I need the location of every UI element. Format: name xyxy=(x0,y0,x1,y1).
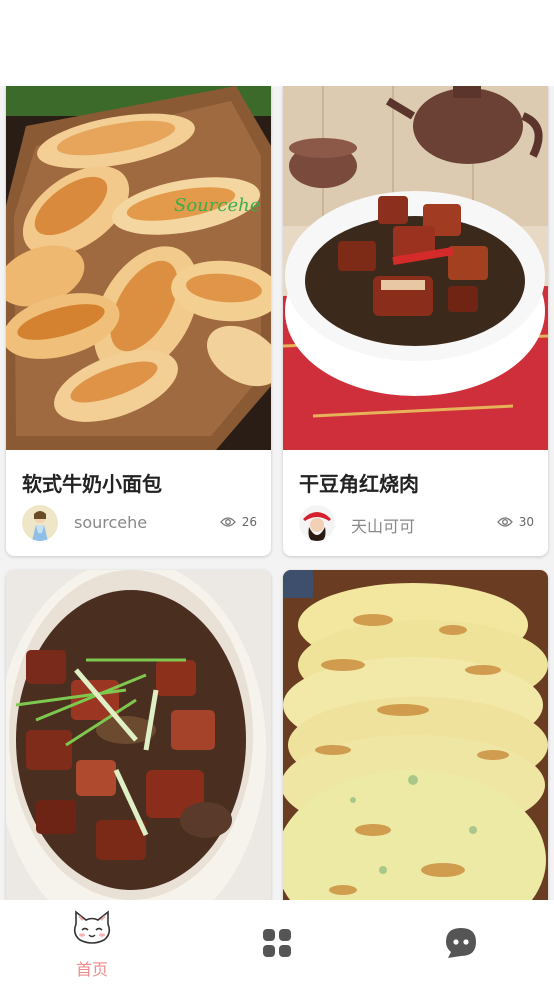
cat-icon xyxy=(70,910,114,950)
eye-icon xyxy=(219,517,236,527)
recipe-photo-scallion-pancakes xyxy=(283,570,548,900)
recipe-card[interactable] xyxy=(283,570,548,900)
recipe-photo-bread-rolls: Sourcehe xyxy=(6,86,271,450)
author-name[interactable]: 天山可可 xyxy=(351,513,415,537)
chat-icon xyxy=(444,926,478,964)
tab-categories[interactable] xyxy=(185,900,369,986)
tab-messages[interactable] xyxy=(369,900,553,986)
recipe-title: 干豆角红烧肉 xyxy=(299,472,419,496)
grid-icon xyxy=(262,928,292,962)
author-avatar[interactable] xyxy=(22,505,58,541)
recipe-feed[interactable]: Sourcehe 软式牛奶小面包 sourcehe 26 干豆角红烧肉 天山可可… xyxy=(0,86,554,900)
author-name[interactable]: sourcehe xyxy=(74,513,147,532)
author-avatar[interactable] xyxy=(299,505,335,541)
recipe-card[interactable]: Sourcehe 软式牛奶小面包 sourcehe 26 xyxy=(6,86,271,556)
photo-watermark: Sourcehe xyxy=(174,195,260,216)
recipe-title: 软式牛奶小面包 xyxy=(22,472,162,496)
tab-home-label: 首页 xyxy=(75,960,108,979)
recipe-card-info: 软式牛奶小面包 sourcehe 26 xyxy=(6,450,271,556)
recipe-card[interactable]: 干豆角红烧肉 天山可可 30 xyxy=(283,86,548,556)
recipe-photo-clay-pot-pork xyxy=(6,570,271,900)
view-count-value: 30 xyxy=(518,515,534,529)
top-bar xyxy=(0,0,554,86)
view-count: 30 xyxy=(496,515,534,529)
tab-home[interactable]: 首页 xyxy=(0,900,184,986)
eye-icon xyxy=(496,517,513,527)
view-count: 26 xyxy=(219,515,257,529)
view-count-value: 26 xyxy=(241,515,257,529)
recipe-photo-braised-pork xyxy=(283,86,548,450)
recipe-card-info: 干豆角红烧肉 天山可可 30 xyxy=(283,450,548,556)
recipe-card[interactable] xyxy=(6,570,271,900)
bottom-tab-bar: 首页 xyxy=(0,900,554,986)
